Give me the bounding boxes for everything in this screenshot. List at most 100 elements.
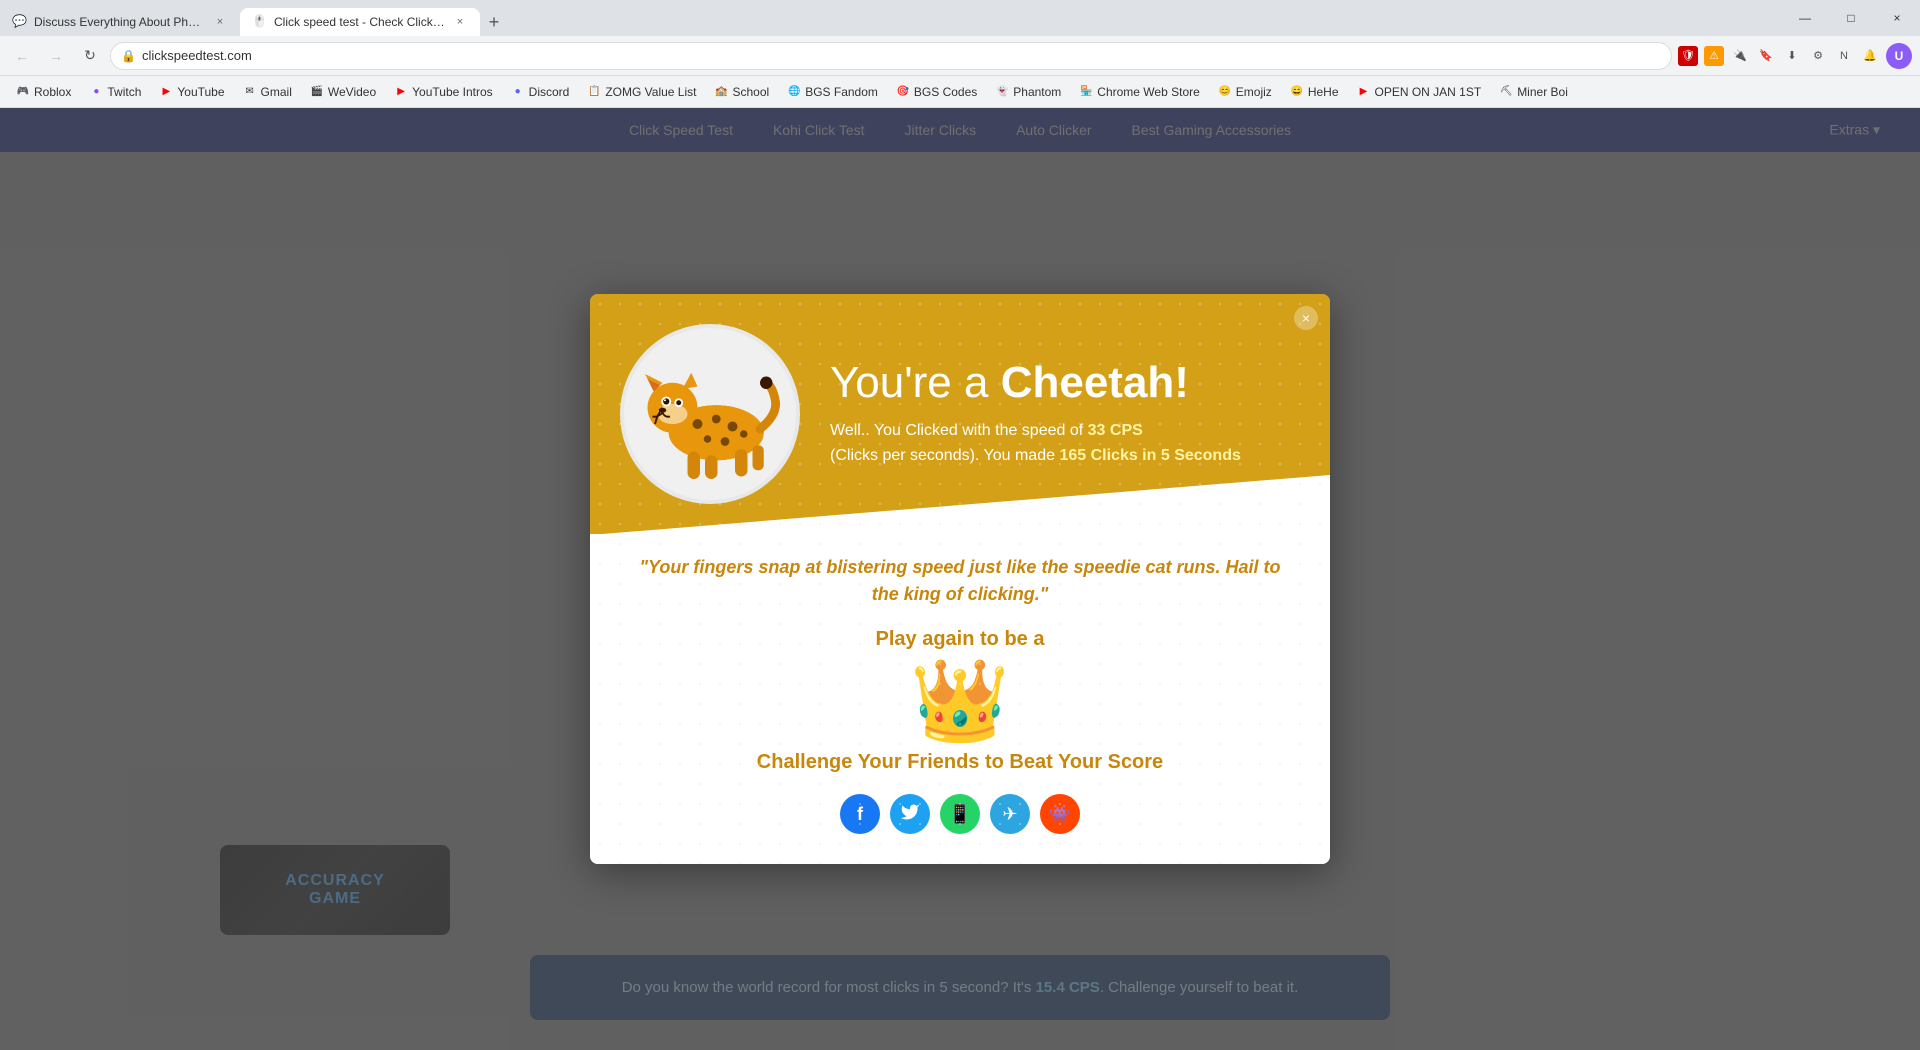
crown-icon: 👑 xyxy=(630,661,1290,741)
bookmark-chrome-store[interactable]: 🏪 Chrome Web Store xyxy=(1071,83,1208,101)
modal-top-section: You're a Cheetah! Well.. You Clicked wit… xyxy=(590,294,1330,534)
bookmark-favicon-emojiz: 😊 xyxy=(1218,85,1232,99)
bookmark-label-open-jan: OPEN ON JAN 1ST xyxy=(1375,85,1482,99)
bookmark-favicon-yt-intros: ▶ xyxy=(394,85,408,99)
reddit-share-button[interactable]: 👾 xyxy=(1040,794,1080,834)
bookmark-label-chrome-store: Chrome Web Store xyxy=(1097,85,1200,99)
modal-animal-name: Cheetah! xyxy=(1001,358,1189,407)
new-tab-button[interactable]: + xyxy=(480,8,508,36)
window-controls: — □ × xyxy=(1782,0,1920,36)
bookmark-emojiz[interactable]: 😊 Emojiz xyxy=(1210,83,1280,101)
tab-favicon-2: 🖱️ xyxy=(252,14,268,30)
bookmark-label-bgs-fandom: BGS Fandom xyxy=(805,85,878,99)
whatsapp-share-button[interactable]: 📱 xyxy=(940,794,980,834)
twitter-share-button[interactable] xyxy=(890,794,930,834)
bookmark-phantom[interactable]: 👻 Phantom xyxy=(987,83,1069,101)
minimize-button[interactable]: — xyxy=(1782,0,1828,36)
bookmark-favicon-zomg: 📋 xyxy=(587,85,601,99)
bookmark-favicon-chrome-store: 🏪 xyxy=(1079,85,1093,99)
ext-icon-1[interactable]: 🛡 xyxy=(1678,46,1698,66)
ext-icon-5[interactable]: ⬇ xyxy=(1782,46,1802,66)
back-button[interactable]: ← xyxy=(8,42,36,70)
modal-subtitle: Well.. You Clicked with the speed of 33 … xyxy=(830,418,1290,469)
close-window-button[interactable]: × xyxy=(1874,0,1920,36)
bookmark-label-emojiz: Emojiz xyxy=(1236,85,1272,99)
modal-close-button[interactable]: × xyxy=(1294,306,1318,330)
result-quote: "Your fingers snap at blistering speed j… xyxy=(630,554,1290,608)
maximize-button[interactable]: □ xyxy=(1828,0,1874,36)
clicks-count: 165 Clicks in 5 Seconds xyxy=(1059,447,1240,464)
facebook-share-button[interactable]: f xyxy=(840,794,880,834)
url-text: clickspeedtest.com xyxy=(142,48,1661,63)
url-bar[interactable]: 🔒 clickspeedtest.com xyxy=(110,42,1672,70)
bookmark-label-phantom: Phantom xyxy=(1013,85,1061,99)
ext-icon-7[interactable]: N xyxy=(1834,46,1854,66)
bookmarks-bar: 🎮 Roblox ● Twitch ▶ YouTube ✉ Gmail 🎬 We… xyxy=(0,76,1920,108)
bookmark-label-miner-boi: Miner Boi xyxy=(1517,85,1568,99)
bookmark-bgs-codes[interactable]: 🎯 BGS Codes xyxy=(888,83,985,101)
tab-close-1[interactable]: × xyxy=(212,14,228,30)
browser-frame: 💬 Discuss Everything About Phanto... × 🖱… xyxy=(0,0,1920,1050)
tab-inactive[interactable]: 💬 Discuss Everything About Phanto... × xyxy=(0,8,240,36)
bookmark-discord[interactable]: ● Discord xyxy=(503,83,578,101)
tab-close-2[interactable]: × xyxy=(452,14,468,30)
bookmark-favicon-bgs-fandom: 🌐 xyxy=(787,85,801,99)
tab-title-2: Click speed test - Check Clicks pe... xyxy=(274,15,446,29)
bookmark-favicon-discord: ● xyxy=(511,85,525,99)
modal-title-area: You're a Cheetah! Well.. You Clicked wit… xyxy=(830,359,1290,469)
profile-icon[interactable]: U xyxy=(1886,43,1912,69)
ext-icon-8[interactable]: 🔔 xyxy=(1860,46,1880,66)
tab-active[interactable]: 🖱️ Click speed test - Check Clicks pe...… xyxy=(240,8,480,36)
telegram-icon: ✈ xyxy=(1002,804,1017,825)
bookmark-label-wevideo: WeVideo xyxy=(328,85,376,99)
tab-title-1: Discuss Everything About Phanto... xyxy=(34,15,206,29)
bookmark-label-bgs-codes: BGS Codes xyxy=(914,85,977,99)
bookmark-favicon-hehe: 😄 xyxy=(1290,85,1304,99)
bookmark-favicon-roblox: 🎮 xyxy=(16,85,30,99)
bookmark-open-jan[interactable]: ▶ OPEN ON JAN 1ST xyxy=(1349,83,1490,101)
bookmark-youtube[interactable]: ▶ YouTube xyxy=(151,83,232,101)
bookmark-roblox[interactable]: 🎮 Roblox xyxy=(8,83,79,101)
telegram-share-button[interactable]: ✈ xyxy=(990,794,1030,834)
bookmark-miner-boi[interactable]: ⛏ Miner Boi xyxy=(1491,83,1576,101)
whatsapp-icon: 📱 xyxy=(949,804,971,825)
ext-icon-2[interactable]: ⚠ xyxy=(1704,46,1724,66)
bookmark-school[interactable]: 🏫 School xyxy=(706,83,777,101)
ext-icon-6[interactable]: ⚙ xyxy=(1808,46,1828,66)
reload-button[interactable]: ↻ xyxy=(76,42,104,70)
bookmark-label-twitch: Twitch xyxy=(107,85,141,99)
cheetah-svg xyxy=(635,339,785,489)
social-share-buttons: f 📱 ✈ 👾 xyxy=(630,794,1290,834)
bookmark-label-yt-intros: YouTube Intros xyxy=(412,85,493,99)
bookmark-favicon-youtube: ▶ xyxy=(159,85,173,99)
bookmark-gmail[interactable]: ✉ Gmail xyxy=(235,83,300,101)
bookmark-label-discord: Discord xyxy=(529,85,570,99)
facebook-icon: f xyxy=(857,804,863,825)
subtitle-prefix: Well.. You Clicked with the speed of xyxy=(830,422,1088,439)
bookmark-favicon-phantom: 👻 xyxy=(995,85,1009,99)
bookmark-twitch[interactable]: ● Twitch xyxy=(81,83,149,101)
tab-favicon-1: 💬 xyxy=(12,14,28,30)
bookmark-favicon-open-jan: ▶ xyxy=(1357,85,1371,99)
page-content: Click Speed Test Kohi Click Test Jitter … xyxy=(0,108,1920,1050)
bookmark-label-zomg: ZOMG Value List xyxy=(605,85,696,99)
bookmark-favicon-school: 🏫 xyxy=(714,85,728,99)
ext-icon-4[interactable]: 🔖 xyxy=(1756,46,1776,66)
twitter-icon xyxy=(900,802,920,827)
bookmark-yt-intros[interactable]: ▶ YouTube Intros xyxy=(386,83,501,101)
bookmark-label-gmail: Gmail xyxy=(261,85,292,99)
ext-icon-3[interactable]: 🔌 xyxy=(1730,46,1750,66)
forward-button[interactable]: → xyxy=(42,42,70,70)
bookmark-bgs-fandom[interactable]: 🌐 BGS Fandom xyxy=(779,83,886,101)
bookmark-hehe[interactable]: 😄 HeHe xyxy=(1282,83,1347,101)
challenge-text: Challenge Your Friends to Beat Your Scor… xyxy=(630,751,1290,774)
modal-heading: You're a Cheetah! xyxy=(830,359,1290,407)
modal-bottom-section: "Your fingers snap at blistering speed j… xyxy=(590,534,1330,864)
bookmark-wevideo[interactable]: 🎬 WeVideo xyxy=(302,83,384,101)
bookmark-label-hehe: HeHe xyxy=(1308,85,1339,99)
title-bar: 💬 Discuss Everything About Phanto... × 🖱… xyxy=(0,0,1920,36)
address-bar: ← → ↻ 🔒 clickspeedtest.com 🛡 ⚠ 🔌 🔖 ⬇ ⚙ N… xyxy=(0,36,1920,76)
result-modal: × xyxy=(590,294,1330,864)
bookmark-favicon-gmail: ✉ xyxy=(243,85,257,99)
bookmark-zomg[interactable]: 📋 ZOMG Value List xyxy=(579,83,704,101)
